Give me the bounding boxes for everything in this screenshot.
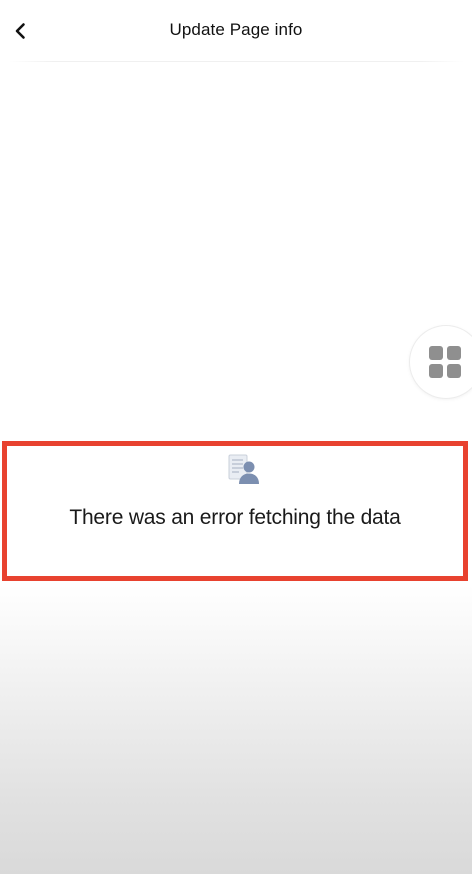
top-navigation-bar: Update Page info bbox=[0, 0, 472, 62]
apps-grid-icon bbox=[429, 346, 461, 378]
screen: Update Page info There was an error fetc… bbox=[0, 0, 472, 874]
grid-cell bbox=[429, 364, 443, 378]
document-person-icon bbox=[228, 454, 259, 484]
header-divider bbox=[8, 61, 464, 62]
error-highlight-box: There was an error fetching the data bbox=[2, 441, 468, 581]
grid-cell bbox=[447, 346, 461, 360]
floating-apps-button[interactable] bbox=[410, 326, 472, 398]
page-title: Update Page info bbox=[169, 20, 303, 39]
error-message: There was an error fetching the data bbox=[69, 506, 401, 529]
grid-cell bbox=[429, 346, 443, 360]
grid-cell bbox=[447, 364, 461, 378]
